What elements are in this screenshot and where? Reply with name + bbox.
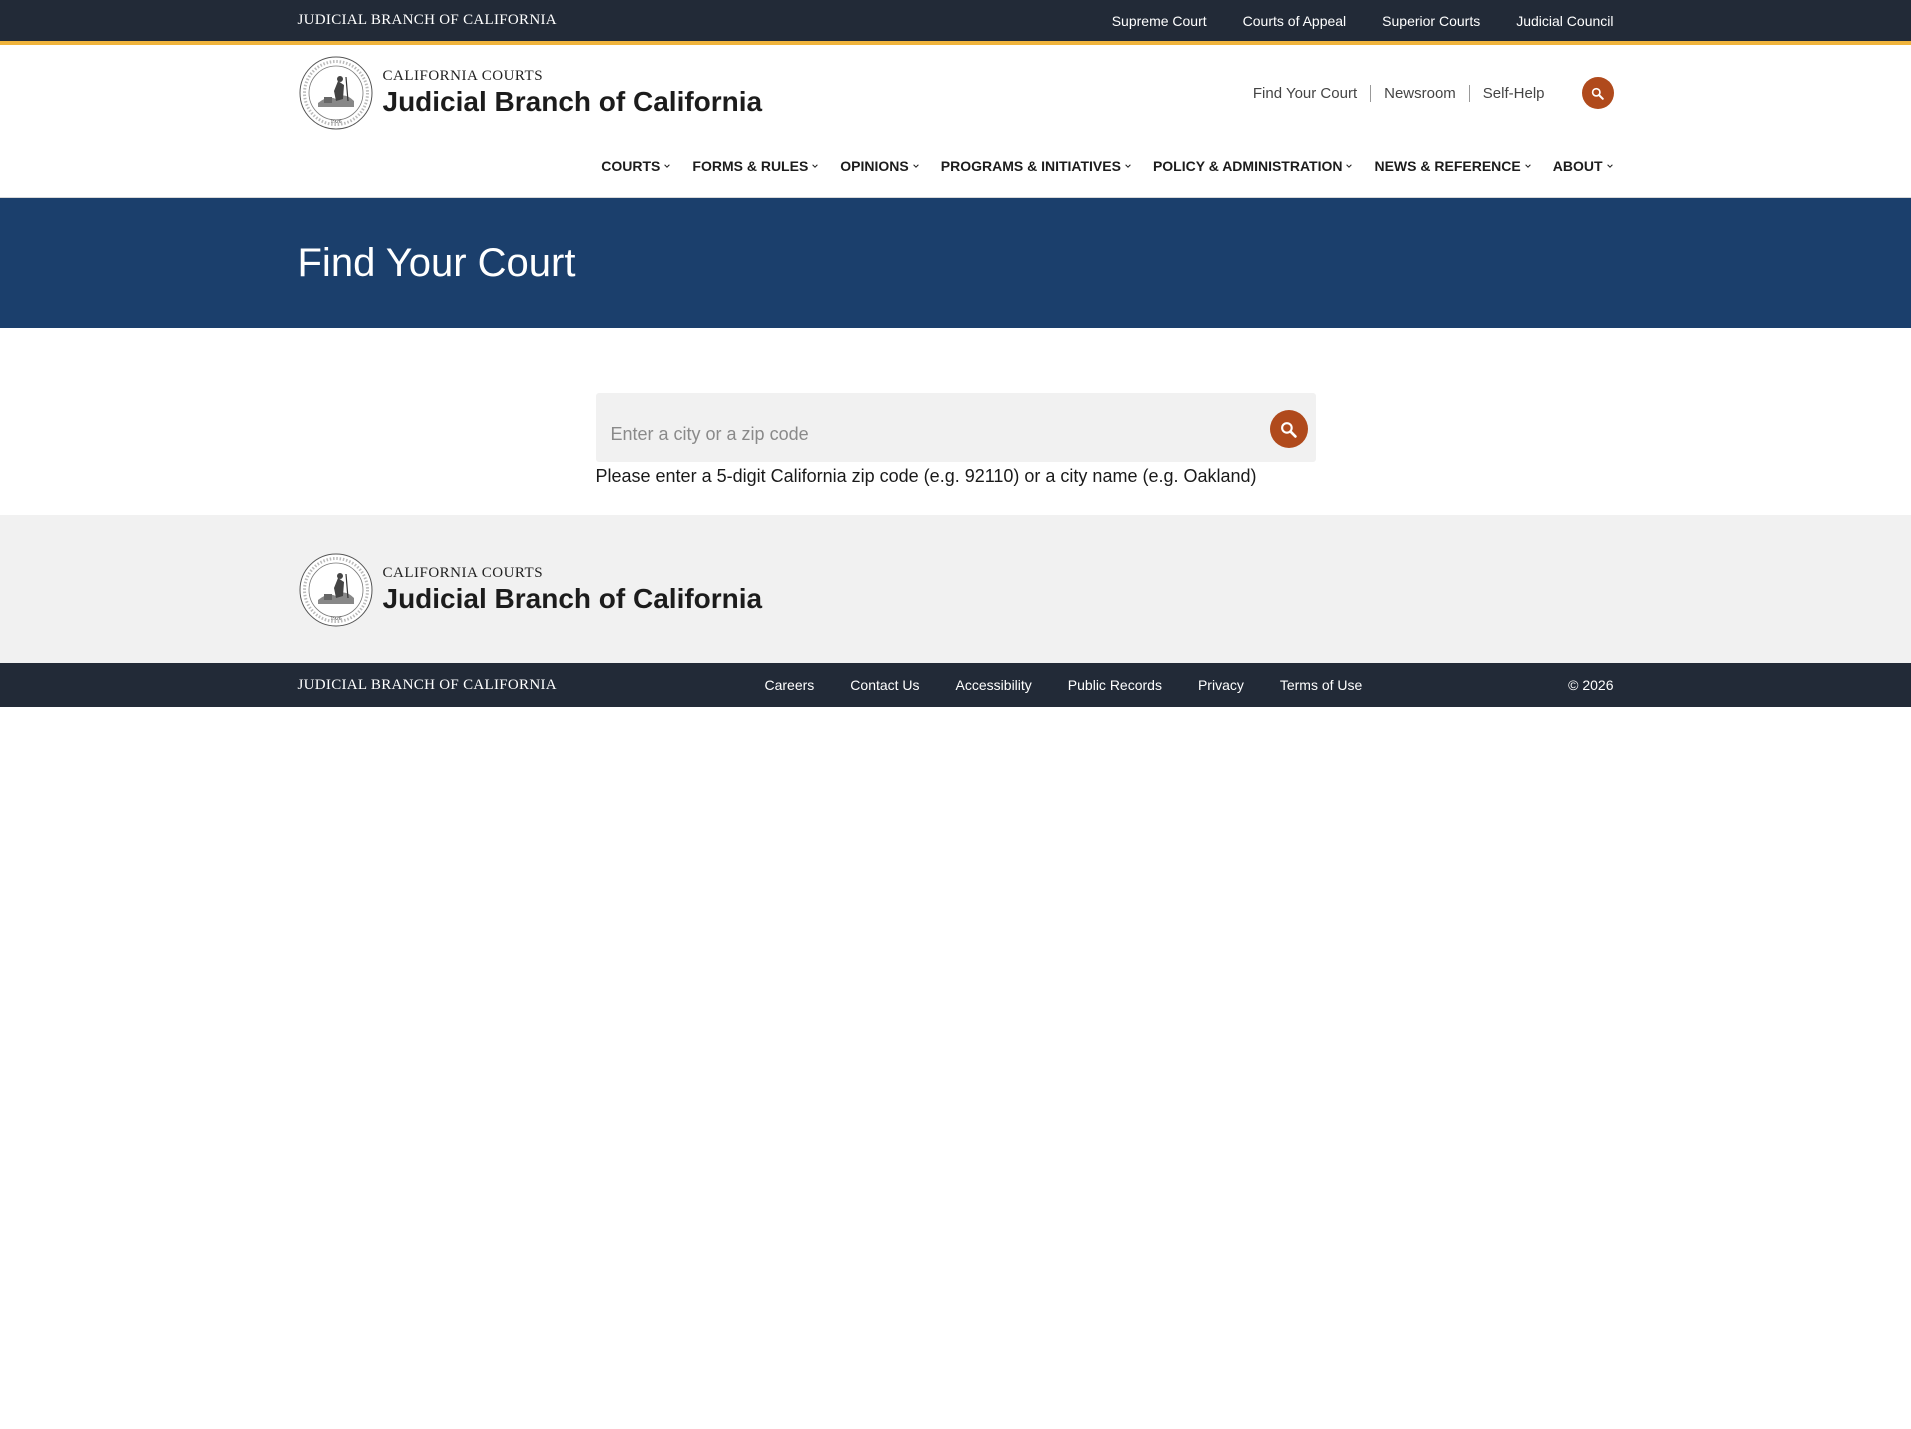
- seal-icon: 1926: [299, 553, 372, 627]
- util-link-find-your-court[interactable]: Find Your Court: [1240, 84, 1372, 102]
- seal-icon: 1926: [299, 56, 372, 130]
- topbar-brand: JUDICIAL BRANCH OF CALIFORNIA: [297, 12, 557, 28]
- search-icon: [1281, 421, 1297, 438]
- court-search-section: Please enter a 5-digit California zip co…: [0, 328, 1911, 515]
- footer-link-accessibility[interactable]: Accessibility: [956, 677, 1032, 693]
- nav-label: ABOUT: [1552, 158, 1603, 174]
- nav-about[interactable]: ABOUT: [1553, 158, 1614, 174]
- main-nav: COURTS FORMS & RULES OPINIONS PROGRAMS &…: [601, 158, 1613, 174]
- chevron-down-icon: [1125, 164, 1131, 168]
- logo-subtitle: CALIFORNIA COURTS: [382, 68, 544, 84]
- footer-link-public-records[interactable]: Public Records: [1068, 677, 1162, 693]
- footer-logo-area: 1926 CALIFORNIA COURTS Judicial Branch o…: [0, 515, 1911, 663]
- chevron-down-icon: [812, 164, 819, 168]
- footer-logo-subtitle: CALIFORNIA COURTS: [382, 565, 544, 581]
- footer-nav: Careers Contact Us Accessibility Public …: [765, 677, 1363, 693]
- nav-label: OPINIONS: [840, 158, 909, 174]
- svg-text:1926: 1926: [330, 616, 341, 622]
- page-hero: Find Your Court: [0, 198, 1911, 328]
- topbar-link-judicial-council[interactable]: Judicial Council: [1516, 13, 1613, 29]
- topbar-link-supreme-court[interactable]: Supreme Court: [1112, 13, 1207, 29]
- nav-label: PROGRAMS & INITIATIVES: [940, 158, 1121, 174]
- search-icon: [1591, 87, 1604, 100]
- footer-link-terms-of-use[interactable]: Terms of Use: [1280, 677, 1362, 693]
- chevron-down-icon: [1524, 164, 1531, 168]
- copyright: © 2026: [1568, 677, 1614, 693]
- svg-text:1926: 1926: [330, 119, 341, 125]
- footer-brand: JUDICIAL BRANCH OF CALIFORNIA: [297, 676, 557, 693]
- logo-title: Judicial Branch of California: [382, 86, 763, 117]
- topbar-nav: Supreme Court Courts of Appeal Superior …: [1112, 13, 1614, 29]
- topbar-link-superior-courts[interactable]: Superior Courts: [1382, 13, 1480, 29]
- search-hint: Please enter a 5-digit California zip co…: [595, 466, 1257, 486]
- court-search-input[interactable]: [595, 393, 1236, 462]
- nav-policy-administration[interactable]: POLICY & ADMINISTRATION: [1153, 158, 1354, 174]
- nav-label: POLICY & ADMINISTRATION: [1152, 158, 1343, 174]
- nav-opinions[interactable]: OPINIONS: [840, 158, 919, 174]
- footer-logo-title: Judicial Branch of California: [382, 583, 763, 614]
- site-logo[interactable]: 1926 CALIFORNIA COURTS Judicial Branch o…: [298, 55, 763, 131]
- footer-link-contact-us[interactable]: Contact Us: [850, 677, 919, 693]
- chevron-down-icon: [912, 164, 919, 168]
- site-header: 1926 CALIFORNIA COURTS Judicial Branch o…: [0, 45, 1911, 198]
- chevron-down-icon: [1606, 164, 1613, 168]
- util-link-self-help[interactable]: Self-Help: [1470, 85, 1558, 102]
- nav-programs-initiatives[interactable]: PROGRAMS & INITIATIVES: [941, 158, 1132, 174]
- chevron-down-icon: [1346, 164, 1353, 168]
- court-search-button[interactable]: [1269, 410, 1308, 448]
- nav-label: COURTS: [601, 158, 661, 174]
- header-search-button[interactable]: [1581, 77, 1614, 109]
- nav-label: FORMS & RULES: [692, 158, 809, 174]
- util-link-newsroom[interactable]: Newsroom: [1371, 84, 1470, 102]
- topbar-link-courts-of-appeal[interactable]: Courts of Appeal: [1243, 13, 1347, 29]
- footer-link-privacy[interactable]: Privacy: [1198, 677, 1244, 693]
- utility-nav: Find Your Court Newsroom Self-Help: [1240, 77, 1614, 109]
- court-search-box: [595, 393, 1316, 462]
- footer-bar: JUDICIAL BRANCH OF CALIFORNIA Careers Co…: [0, 663, 1911, 707]
- nav-news-reference[interactable]: NEWS & REFERENCE: [1374, 158, 1531, 174]
- chevron-down-icon: [664, 164, 671, 168]
- nav-courts[interactable]: COURTS: [601, 158, 671, 174]
- top-utility-bar: JUDICIAL BRANCH OF CALIFORNIA Supreme Co…: [0, 0, 1911, 45]
- footer-logo[interactable]: 1926 CALIFORNIA COURTS Judicial Branch o…: [298, 552, 763, 628]
- page-title: Find Your Court: [297, 240, 576, 285]
- nav-label: NEWS & REFERENCE: [1374, 158, 1521, 174]
- footer-link-careers[interactable]: Careers: [765, 677, 815, 693]
- nav-forms-rules[interactable]: FORMS & RULES: [692, 158, 819, 174]
